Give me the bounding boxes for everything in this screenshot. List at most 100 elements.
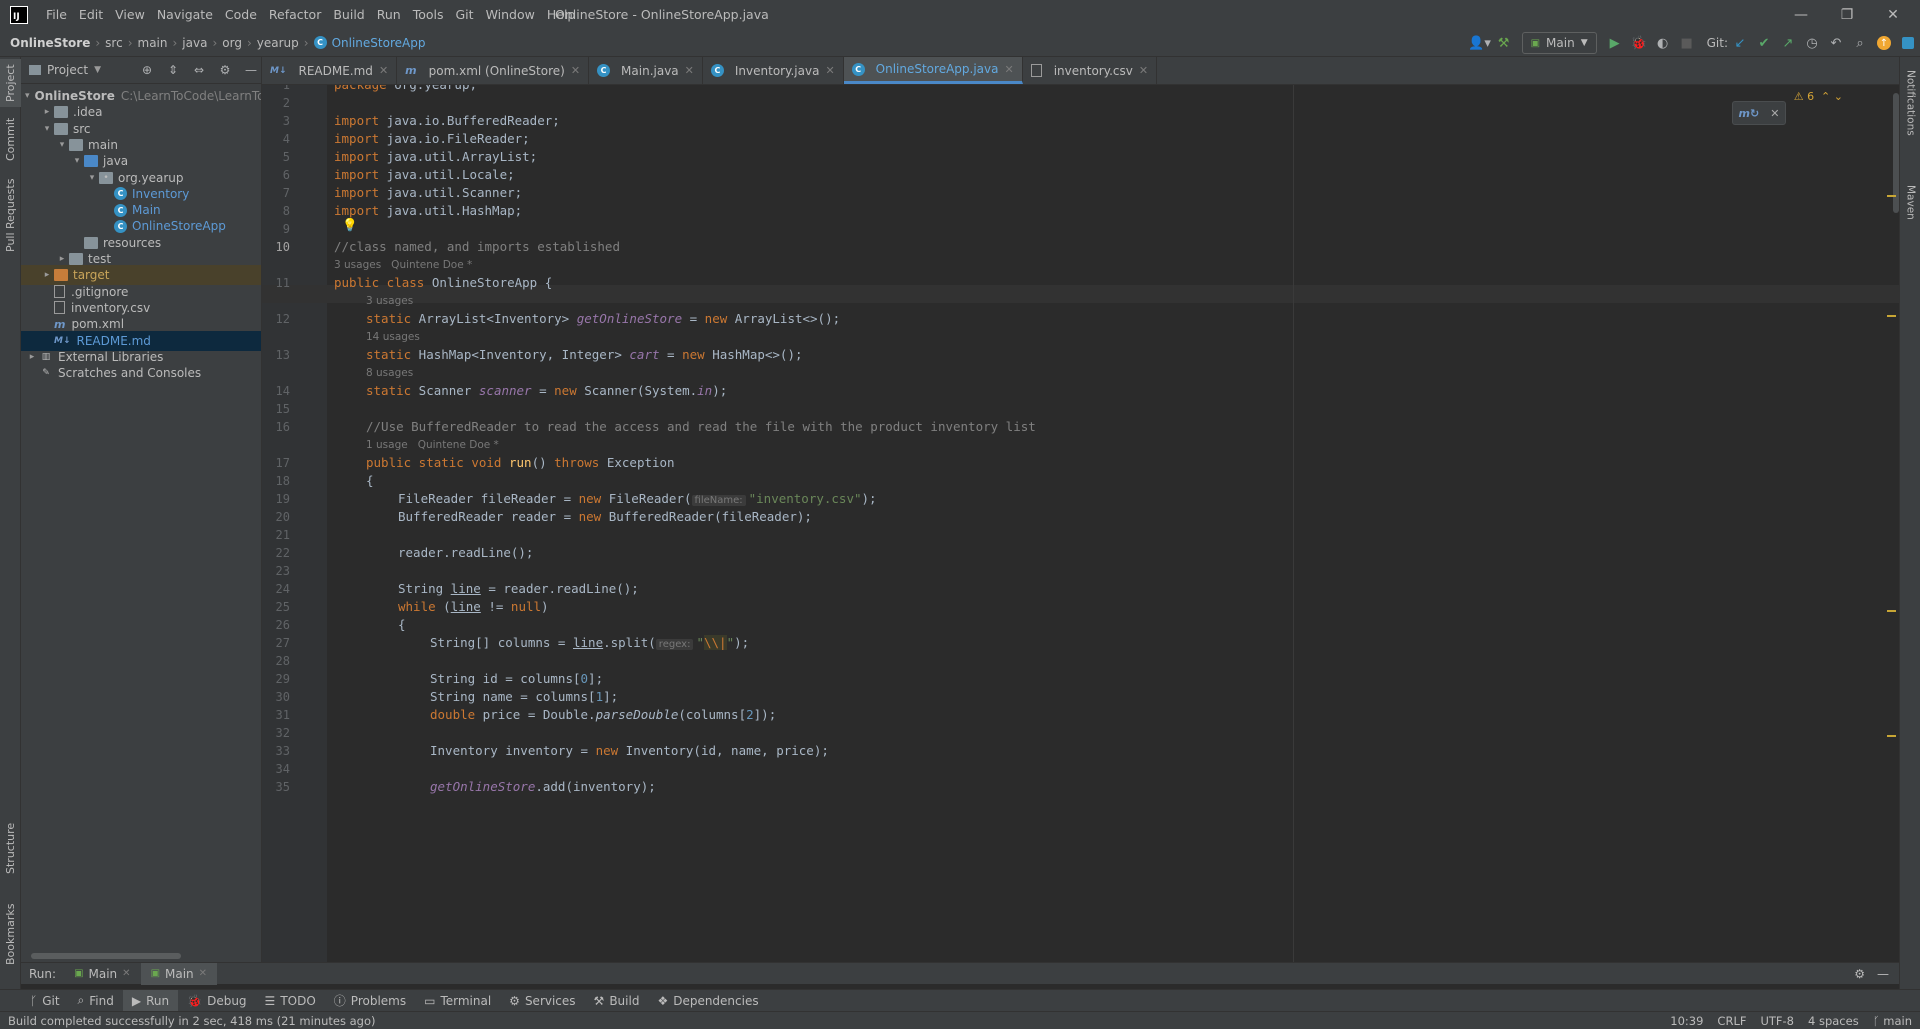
tree-item[interactable]: ✎ Scratches and Consoles xyxy=(21,363,261,383)
bookmarks-tool-tab[interactable]: Bookmarks xyxy=(0,899,21,969)
breadcrumb-item[interactable]: src xyxy=(105,36,123,50)
update-icon[interactable]: ↑ xyxy=(1872,32,1896,54)
menu-view[interactable]: View xyxy=(109,7,151,22)
chevron-right-icon[interactable]: ▸ xyxy=(55,254,69,264)
lightbulb-icon[interactable]: 💡 xyxy=(342,217,358,233)
menu-window[interactable]: Window xyxy=(480,7,541,22)
usages-hint-scanner[interactable]: 8 usages xyxy=(366,367,413,379)
ide-features-icon[interactable] xyxy=(1896,32,1920,54)
git-branch[interactable]: ᚴ main xyxy=(1873,1014,1912,1028)
pull-requests-tool-tab[interactable]: Pull Requests xyxy=(0,175,21,255)
expand-all-icon[interactable]: ⇕ xyxy=(163,63,183,77)
settings-gear-icon[interactable]: ⚙ xyxy=(215,63,235,77)
menu-run[interactable]: Run xyxy=(371,7,407,22)
settings-gear-icon[interactable]: ⚙ xyxy=(1854,967,1865,981)
editor-tab[interactable]: C Inventory.java ✕ xyxy=(703,57,844,84)
close-window-icon[interactable]: ✕ xyxy=(1870,0,1916,29)
breadcrumb-item[interactable]: main xyxy=(138,36,168,50)
build-hammer-icon[interactable]: ⚒ xyxy=(1492,32,1516,54)
usages-hint-run[interactable]: 1 usage Quintene Doe * xyxy=(366,439,499,451)
chevron-down-icon[interactable]: ▾ xyxy=(70,156,84,166)
tool-button-git[interactable]: ᚴ Git xyxy=(21,990,69,1012)
caret-position[interactable]: 10:39 xyxy=(1670,1014,1703,1028)
locate-file-icon[interactable]: ⊕ xyxy=(137,63,157,77)
close-tab-icon[interactable]: ✕ xyxy=(1004,63,1013,76)
stop-icon[interactable]: ■ xyxy=(1675,32,1699,54)
project-panel-title[interactable]: Project xyxy=(47,63,88,77)
chevron-down-icon[interactable]: ▼ xyxy=(94,65,101,75)
tool-button-build[interactable]: ⚒ Build xyxy=(585,990,649,1012)
status-message[interactable]: Build completed successfully in 2 sec, 4… xyxy=(8,1014,375,1028)
editor-tab[interactable]: M↓ README.md ✕ xyxy=(262,57,398,84)
tool-button-find[interactable]: ⌕ Find xyxy=(69,990,123,1012)
close-tab-icon[interactable]: ✕ xyxy=(379,64,388,77)
collapse-all-icon[interactable]: ⇔ xyxy=(189,63,209,77)
project-tool-tab[interactable]: Project xyxy=(0,59,21,107)
chevron-right-icon[interactable]: ▸ xyxy=(40,107,54,117)
close-tab-icon[interactable]: ✕ xyxy=(825,64,834,77)
menu-navigate[interactable]: Navigate xyxy=(151,7,219,22)
minimize-icon[interactable]: — xyxy=(1778,0,1824,29)
hide-panel-icon[interactable]: — xyxy=(1877,967,1889,981)
warnings-indicator[interactable]: ⚠ 6 ⌃ ⌄ xyxy=(1794,90,1843,103)
chevron-down-icon[interactable]: ▾ xyxy=(55,140,69,150)
restore-icon[interactable]: ❐ xyxy=(1824,0,1870,29)
close-tab-icon[interactable]: ✕ xyxy=(122,968,130,979)
editor-tab[interactable]: inventory.csv ✕ xyxy=(1023,57,1158,84)
menu-edit[interactable]: Edit xyxy=(73,7,109,22)
structure-tool-tab[interactable]: Structure xyxy=(0,817,21,879)
chevron-right-icon[interactable]: ▸ xyxy=(40,270,54,280)
notifications-tool-tab[interactable]: Notifications xyxy=(1900,63,1920,143)
breadcrumb-item[interactable]: org xyxy=(222,36,242,50)
code-editor[interactable]: ⚠ 6 ⌃ ⌄ m↻ ✕ 1 2 3 4 5 6 7 8 9 10 11 12 13 14 15 16 17 18… xyxy=(262,85,1899,962)
history-icon[interactable]: ◷ xyxy=(1800,32,1824,54)
indent-setting[interactable]: 4 spaces xyxy=(1808,1014,1859,1028)
tool-button-problems[interactable]: ⓘ Problems xyxy=(325,990,415,1012)
horizontal-scrollbar[interactable] xyxy=(31,953,181,959)
run-config-selector[interactable]: ▣ Main ▼ xyxy=(1521,32,1597,54)
commit-tool-tab[interactable]: Commit xyxy=(0,111,21,167)
breadcrumb-item[interactable]: yearup xyxy=(257,36,299,50)
editor-tab[interactable]: m pom.xml (OnlineStore) ✕ xyxy=(397,57,590,84)
chevron-down-icon[interactable]: ▾ xyxy=(85,173,99,183)
menu-git[interactable]: Git xyxy=(450,7,480,22)
maven-reload-icon[interactable]: m↻ xyxy=(1739,107,1760,120)
user-icon[interactable]: 👤▾ xyxy=(1468,32,1492,54)
run-tab-main-2[interactable]: ▣ Main ✕ xyxy=(140,962,218,985)
editor-tab[interactable]: C OnlineStoreApp.java ✕ xyxy=(843,57,1023,84)
menu-refactor[interactable]: Refactor xyxy=(263,7,327,22)
git-push-icon[interactable]: ↗ xyxy=(1776,32,1800,54)
search-icon[interactable]: ⌕ xyxy=(1848,32,1872,54)
breadcrumb-item[interactable]: java xyxy=(182,36,207,50)
tool-button-debug[interactable]: 🐞 Debug xyxy=(178,990,255,1012)
menu-build[interactable]: Build xyxy=(327,7,370,22)
file-encoding[interactable]: UTF-8 xyxy=(1760,1014,1794,1028)
tool-button-todo[interactable]: ☰ TODO xyxy=(256,990,325,1012)
usages-hint-online-store[interactable]: 3 usages xyxy=(366,295,413,307)
debug-icon[interactable]: 🐞 xyxy=(1627,32,1651,54)
hide-panel-icon[interactable]: — xyxy=(241,63,261,77)
menu-tools[interactable]: Tools xyxy=(407,7,450,22)
close-tab-icon[interactable]: ✕ xyxy=(571,64,580,77)
run-icon[interactable]: ▶ xyxy=(1603,32,1627,54)
git-commit-icon[interactable]: ✔ xyxy=(1752,32,1776,54)
close-popup-icon[interactable]: ✕ xyxy=(1770,107,1779,120)
coverage-icon[interactable]: ◐ xyxy=(1651,32,1675,54)
chevron-right-icon[interactable]: ▸ xyxy=(25,352,39,362)
intellij-logo-icon[interactable]: IJ xyxy=(10,5,28,24)
chevron-down-icon[interactable]: ▾ xyxy=(25,91,30,101)
usages-hint-cart[interactable]: 14 usages xyxy=(366,331,420,343)
close-tab-icon[interactable]: ✕ xyxy=(199,968,207,979)
usages-hint-class[interactable]: 3 usages Quintene Doe * xyxy=(334,259,472,271)
breadcrumb-item[interactable]: OnlineStore xyxy=(10,36,90,50)
close-tab-icon[interactable]: ✕ xyxy=(1139,64,1148,77)
tool-button-terminal[interactable]: ▭ Terminal xyxy=(415,990,500,1012)
rollback-icon[interactable]: ↶ xyxy=(1824,32,1848,54)
menu-code[interactable]: Code xyxy=(219,7,263,22)
breadcrumb-item[interactable]: OnlineStoreApp xyxy=(332,36,426,50)
menu-file[interactable]: File xyxy=(40,7,73,22)
close-tab-icon[interactable]: ✕ xyxy=(685,64,694,77)
tool-button-services[interactable]: ⚙ Services xyxy=(500,990,584,1012)
maven-tool-tab[interactable]: Maven xyxy=(1900,177,1920,227)
line-separator[interactable]: CRLF xyxy=(1717,1014,1746,1028)
